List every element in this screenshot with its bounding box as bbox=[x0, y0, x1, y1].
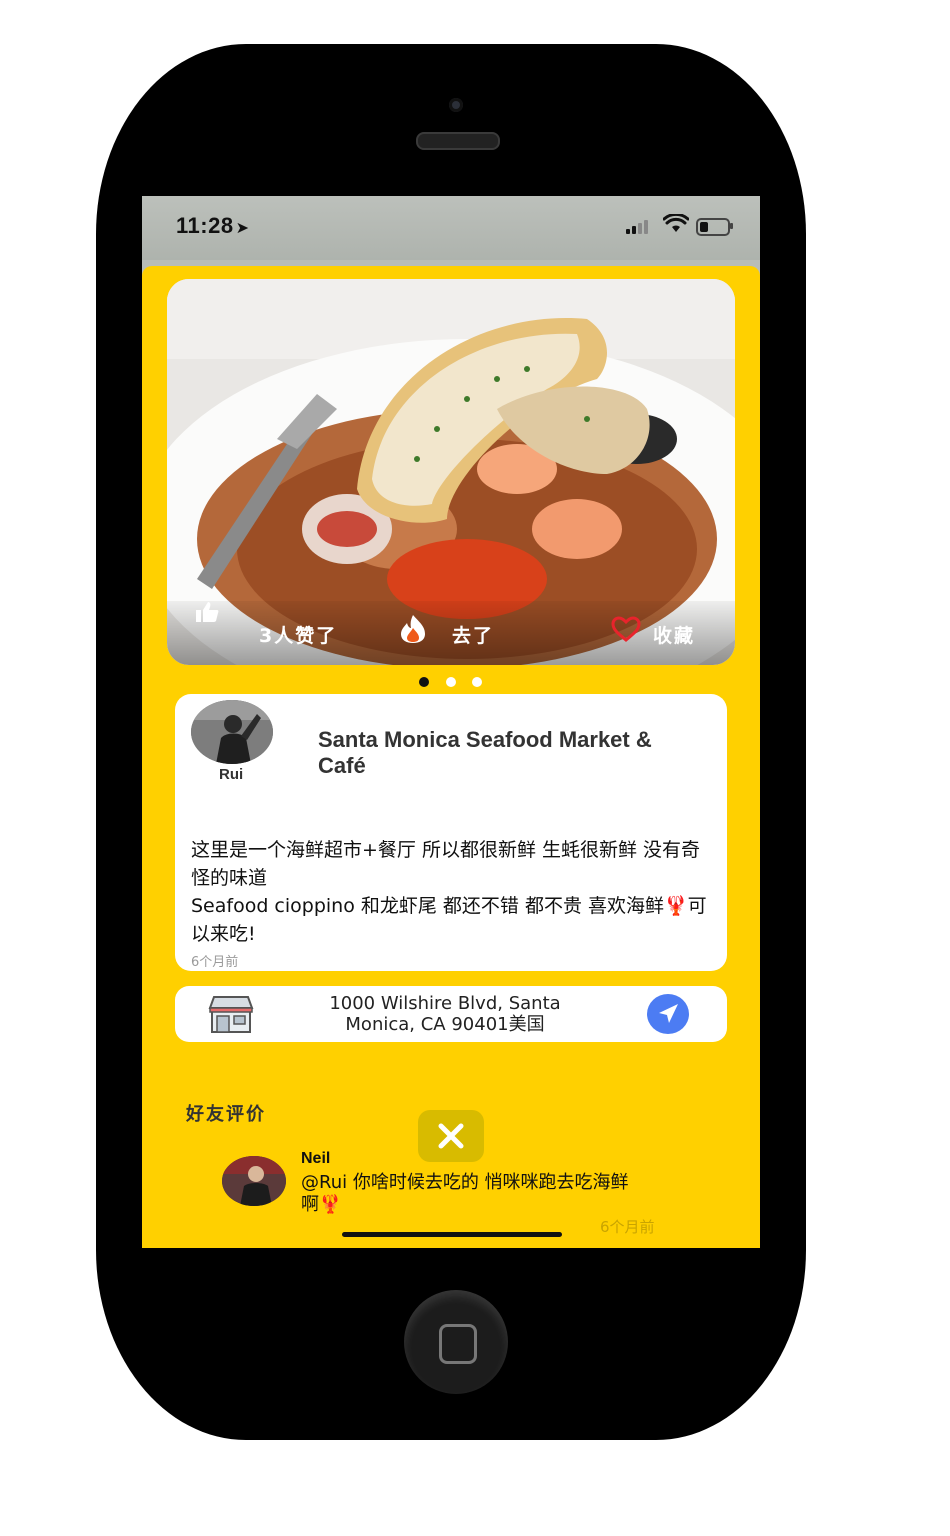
commenter-name[interactable]: Neil bbox=[301, 1150, 330, 1168]
wifi-icon bbox=[663, 214, 689, 232]
close-icon bbox=[438, 1123, 464, 1149]
thumbs-up-icon[interactable] bbox=[195, 601, 219, 623]
detail-sheet: 3人赞了 去了 收藏 Rui Santa Monica Seafood Mark… bbox=[142, 266, 760, 1248]
store-icon bbox=[208, 996, 254, 1033]
post-body-line-2: Seafood cioppino 和龙虾尾 都还不错 都不贵 喜欢海鲜🦞可以来吃… bbox=[191, 895, 707, 945]
fire-icon[interactable] bbox=[399, 614, 427, 644]
carousel-dot-2[interactable] bbox=[446, 677, 456, 687]
comment-time-ago: 6个月前 bbox=[600, 1218, 655, 1236]
carousel-dot-3[interactable] bbox=[472, 677, 482, 687]
screen: 11:28 ➤ 3人赞了 去了 收藏 Rui Santa Monica Seaf… bbox=[142, 196, 760, 1248]
carousel-dot-1[interactable] bbox=[419, 677, 429, 687]
photo-action-bar: 3人赞了 去了 收藏 bbox=[167, 601, 735, 665]
navigate-arrow-icon bbox=[659, 1004, 678, 1023]
battery-icon bbox=[696, 218, 733, 236]
friends-section-title: 好友评价 bbox=[186, 1104, 266, 1125]
food-photo[interactable]: 3人赞了 去了 收藏 bbox=[167, 279, 735, 665]
likes-count-label[interactable]: 3人赞了 bbox=[259, 621, 337, 648]
comment-text: @Rui 你啥时候去吃的 悄咪咪跑去吃海鲜啊🦞 bbox=[301, 1172, 629, 1215]
place-name[interactable]: Santa Monica Seafood Market & Café bbox=[318, 727, 678, 779]
save-label[interactable]: 收藏 bbox=[653, 621, 695, 648]
author-avatar[interactable] bbox=[191, 700, 273, 764]
post-time-ago: 6个月前 bbox=[191, 955, 239, 970]
navigate-button[interactable] bbox=[647, 994, 689, 1034]
post-body-line-1: 这里是一个海鲜超市+餐厅 所以都很新鲜 生蚝很新鲜 没有奇怪的味道 bbox=[191, 839, 701, 889]
author-name[interactable]: Rui bbox=[219, 766, 243, 783]
signal-icon bbox=[626, 218, 654, 234]
carousel-indicator bbox=[419, 677, 489, 689]
location-arrow-icon: ➤ bbox=[235, 220, 250, 237]
earpiece-speaker bbox=[416, 132, 500, 150]
home-button[interactable] bbox=[404, 1290, 508, 1394]
close-button[interactable] bbox=[418, 1110, 484, 1162]
post-body: 这里是一个海鲜超市+餐厅 所以都很新鲜 生蚝很新鲜 没有奇怪的味道 Seafoo… bbox=[191, 836, 715, 948]
heart-icon[interactable] bbox=[611, 616, 641, 642]
address-bar[interactable]: 1000 Wilshire Blvd, Santa Monica, CA 904… bbox=[175, 986, 727, 1042]
front-camera bbox=[449, 98, 463, 112]
status-bar: 11:28 ➤ bbox=[142, 196, 760, 260]
address-text[interactable]: 1000 Wilshire Blvd, Santa Monica, CA 904… bbox=[295, 993, 595, 1035]
home-indicator[interactable] bbox=[342, 1232, 562, 1237]
status-time: 11:28 ➤ bbox=[176, 213, 249, 239]
commenter-avatar[interactable] bbox=[222, 1156, 286, 1206]
went-label[interactable]: 去了 bbox=[452, 621, 494, 648]
post-card: Rui Santa Monica Seafood Market & Café 这… bbox=[175, 694, 727, 971]
status-time-text: 11:28 bbox=[176, 213, 234, 238]
